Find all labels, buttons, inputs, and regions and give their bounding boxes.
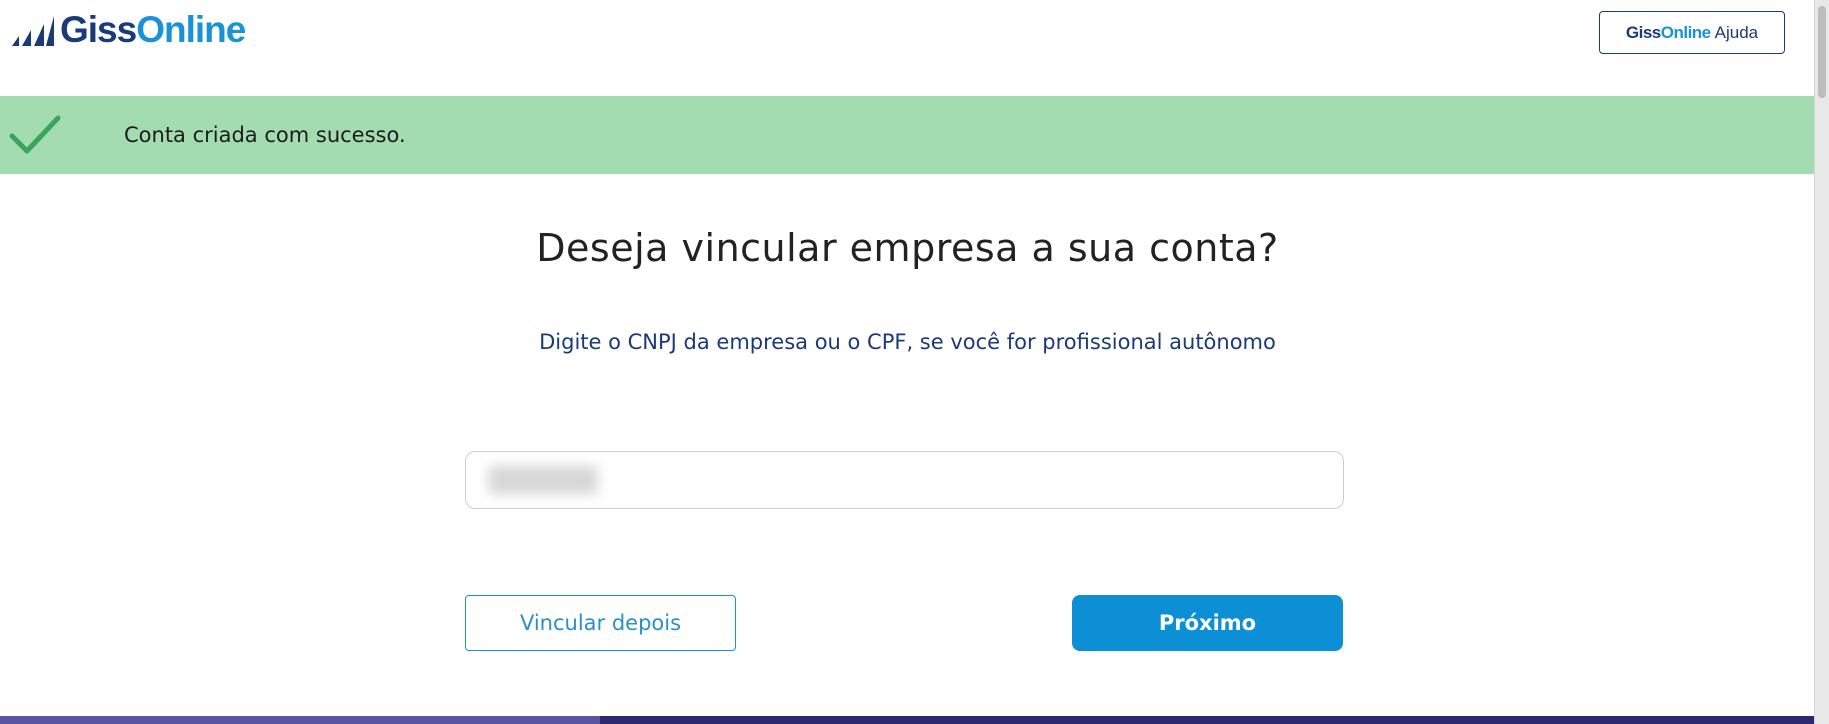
page: GissOnline Giss Online Ajuda Conta criada … (0, 0, 1829, 724)
gissonline-logo[interactable]: GissOnline (10, 9, 246, 50)
vertical-scrollbar[interactable] (1814, 0, 1829, 724)
link-later-button[interactable]: Vincular depois (465, 595, 736, 651)
success-banner: Conta criada com sucesso. (0, 96, 1815, 174)
check-icon (9, 115, 61, 154)
redacted-input-value (488, 466, 598, 494)
logo-text: GissOnline (60, 9, 246, 50)
success-message: Conta criada com sucesso. (124, 123, 406, 147)
logo-bars-icon (12, 16, 54, 46)
footer-bar (0, 716, 1815, 724)
help-button-giss: Giss (1625, 22, 1661, 42)
page-subtitle: Digite o CNPJ da empresa ou o CPF, se vo… (539, 330, 1276, 354)
logo-text-giss: Giss (60, 9, 137, 50)
gissonline-help-button[interactable]: Giss Online Ajuda (1599, 11, 1785, 54)
next-button[interactable]: Próximo (1072, 595, 1343, 651)
logo-text-online: Online (136, 9, 246, 50)
help-button-label: Ajuda (1714, 22, 1759, 42)
help-button-online: Online (1660, 22, 1711, 42)
footer-bar-segment (0, 716, 600, 724)
scrollbar-thumb[interactable] (1818, 6, 1826, 98)
page-title: Deseja vincular empresa a sua conta? (536, 226, 1279, 270)
header: GissOnline Giss Online Ajuda (0, 0, 1815, 96)
